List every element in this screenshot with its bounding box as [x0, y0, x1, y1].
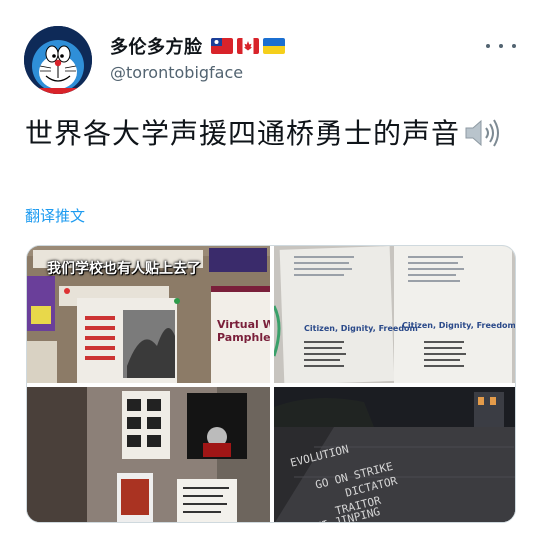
- display-name[interactable]: 多伦多方脸: [110, 33, 203, 59]
- tweet-card: 多伦多方脸 @torontobigface 世界各大学声援四通桥勇士的声音 翻译…: [0, 0, 540, 540]
- photo-caption: 我们学校也有人贴上去了: [47, 261, 201, 277]
- poster-title-left: Citizen, Dignity, Freedom: [304, 324, 418, 333]
- ukraine-flag-icon: [262, 38, 285, 54]
- canada-flag-icon: [236, 38, 259, 54]
- media-photo-4[interactable]: EVOLUTION GO ON STRIKE DICTATOR TRAITOR …: [274, 387, 515, 522]
- translate-tweet-link[interactable]: 翻译推文: [25, 205, 85, 226]
- media-grid: 我们学校也有人贴上去了 Virtual W Pamphlet: [26, 245, 516, 523]
- media-photo-3[interactable]: [27, 387, 270, 522]
- taiwan-flag-icon: [210, 38, 233, 54]
- doraemon-avatar-icon: [24, 26, 92, 94]
- media-photo-2[interactable]: Citizen, Dignity, Freedom Citizen, Digni…: [274, 246, 516, 383]
- virtual-pamphlet-label: Virtual W Pamphlet: [217, 318, 270, 344]
- posters-photo: [274, 246, 515, 383]
- tweet-body: 世界各大学声援四通桥勇士的声音: [25, 117, 461, 150]
- speaker-icon: [462, 117, 502, 159]
- poster-title-right: Citizen, Dignity, Freedom: [402, 321, 516, 330]
- virtual-pamphlet-text: Virtual W Pamphlet: [217, 318, 270, 344]
- media-photo-1[interactable]: 我们学校也有人贴上去了 Virtual W Pamphlet: [27, 246, 270, 383]
- tweet-text: 世界各大学声援四通桥勇士的声音: [25, 114, 515, 159]
- avatar[interactable]: [24, 26, 92, 94]
- wall-posters-photo: [27, 387, 270, 522]
- more-options-icon[interactable]: [486, 36, 516, 56]
- user-handle[interactable]: @torontobigface: [110, 63, 243, 82]
- author-name-row[interactable]: 多伦多方脸: [110, 33, 285, 59]
